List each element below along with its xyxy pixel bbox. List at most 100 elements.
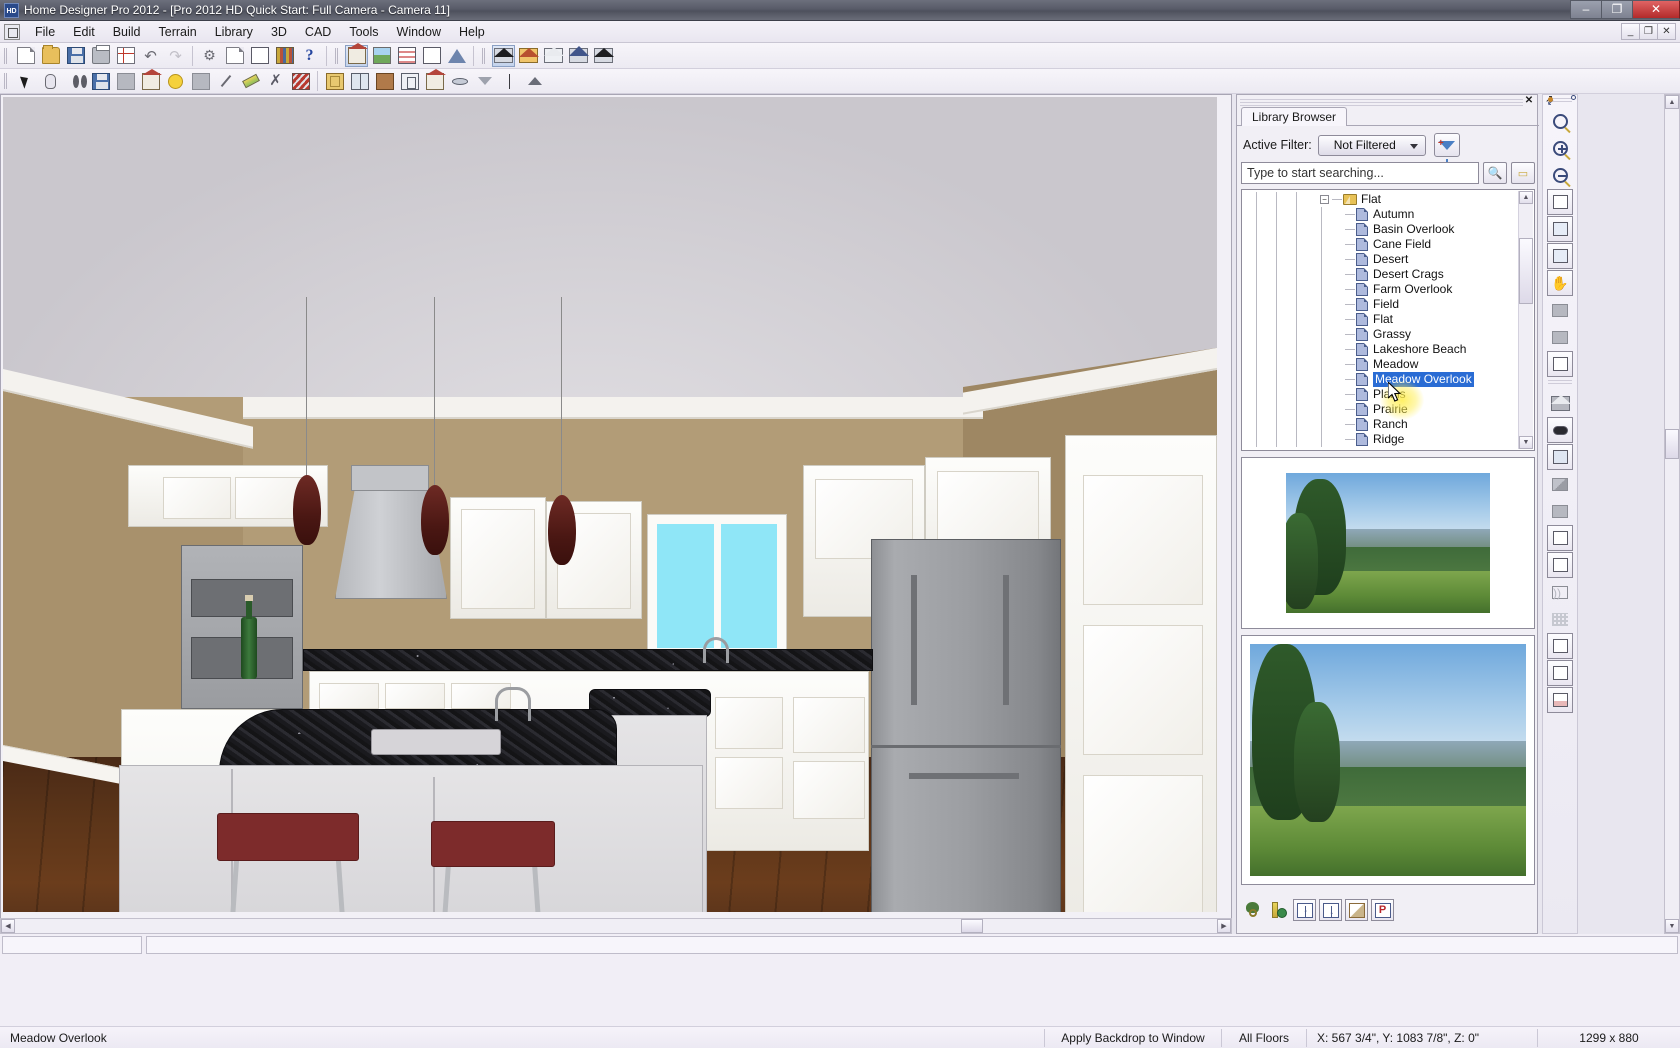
sun-angle-view-button[interactable]: [1547, 687, 1573, 713]
material-button[interactable]: [1345, 899, 1368, 921]
menu-item-build[interactable]: Build: [104, 23, 150, 41]
menu-item-edit[interactable]: Edit: [64, 23, 104, 41]
text-line-leader-button[interactable]: ↗: [1547, 525, 1573, 551]
roof-orange-button[interactable]: [517, 45, 540, 67]
cad-detail-button[interactable]: [445, 45, 468, 67]
tree-scroll-up-arrow[interactable]: ▲: [1519, 191, 1533, 204]
pan-window-button[interactable]: ✋: [1547, 270, 1573, 296]
wall-elevation-button[interactable]: [1547, 471, 1573, 497]
edit-area-button[interactable]: [420, 45, 443, 67]
grid-snaps-button[interactable]: [1547, 606, 1573, 632]
check-plan-button[interactable]: [248, 45, 271, 67]
preferences-button[interactable]: P: [1371, 899, 1394, 921]
reference-display-button[interactable]: [1547, 351, 1573, 377]
eyedropper-button[interactable]: [214, 70, 237, 92]
object-snaps-button[interactable]: [1547, 660, 1573, 686]
tree-scrollbar[interactable]: ▲ ▼: [1518, 191, 1533, 449]
mdi-minimize-button[interactable]: _: [1621, 23, 1640, 40]
menu-item-tools[interactable]: Tools: [340, 23, 387, 41]
vertical-scroll-thumb[interactable]: [1665, 429, 1679, 459]
scroll-right-arrow[interactable]: ▶: [1217, 919, 1231, 933]
tree-item-ridge[interactable]: Ridge: [1242, 432, 1518, 447]
viewport-horizontal-scrollbar[interactable]: ◀ ▶: [0, 918, 1232, 934]
materials-list-button[interactable]: [395, 45, 418, 67]
room-tools-button[interactable]: [114, 70, 137, 92]
exterior-button[interactable]: [139, 70, 162, 92]
save-camera-button[interactable]: [89, 70, 112, 92]
tree-item-field[interactable]: Field: [1242, 297, 1518, 312]
glass-house-button[interactable]: [1547, 417, 1573, 443]
help-button[interactable]: ?: [298, 45, 321, 67]
windows-button[interactable]: [348, 70, 371, 92]
select-objects-button[interactable]: [14, 70, 37, 92]
toolbar-grip[interactable]: [3, 47, 10, 65]
tab-library-browser[interactable]: Library Browser: [1241, 107, 1347, 126]
backdrop-off-button[interactable]: ✗: [264, 70, 287, 92]
add-to-library-button[interactable]: ↑: [1293, 899, 1316, 921]
scroll-left-arrow[interactable]: ◀: [1, 919, 15, 933]
light-source-button[interactable]: [189, 70, 212, 92]
search-button[interactable]: 🔍: [1483, 162, 1507, 184]
plan-defaults-button[interactable]: [223, 45, 246, 67]
zoom-in-button[interactable]: [1547, 135, 1573, 161]
viewport-vertical-scrollbar[interactable]: ▲ ▼: [1664, 94, 1680, 934]
camera-view-button[interactable]: [370, 45, 393, 67]
electrical-button[interactable]: [398, 70, 421, 92]
library-drag-handle[interactable]: [1240, 97, 1523, 106]
tree-item-basin-overlook[interactable]: Basin Overlook: [1242, 222, 1518, 237]
doors-button[interactable]: [323, 70, 346, 92]
maximize-button[interactable]: ❐: [1601, 0, 1632, 19]
floor-plan-view-button[interactable]: [345, 45, 368, 67]
document-icon[interactable]: [4, 24, 20, 40]
tree-item-meadow[interactable]: Meadow: [1242, 357, 1518, 372]
tree-scroll-thumb[interactable]: [1519, 238, 1533, 304]
arrow-up-box-button[interactable]: ↑: [1547, 552, 1573, 578]
tree-node-flat-root[interactable]: − Flat: [1242, 192, 1518, 207]
plant-finder-button[interactable]: [1241, 899, 1264, 921]
tree-item-prairie[interactable]: Prairie: [1242, 402, 1518, 417]
undo-button[interactable]: ↶: [139, 45, 162, 67]
import-button[interactable]: ↓: [1319, 899, 1342, 921]
scroll-down-arrow[interactable]: ▼: [1665, 919, 1679, 933]
fill-window-building-button[interactable]: [1547, 216, 1573, 242]
tree-item-autumn[interactable]: Autumn: [1242, 207, 1518, 222]
sound-button[interactable]: )): [1547, 579, 1573, 605]
menu-item-library[interactable]: Library: [206, 23, 262, 41]
down-one-floor-button[interactable]: [1547, 324, 1573, 350]
zoom-out-button[interactable]: [1547, 162, 1573, 188]
new-plan-button[interactable]: [14, 45, 37, 67]
plant-chooser-button[interactable]: [1267, 899, 1290, 921]
edit-toolbar-grip[interactable]: [3, 72, 10, 90]
angle-snaps-button[interactable]: [1547, 633, 1573, 659]
tree-item-plains[interactable]: Plains: [1242, 387, 1518, 402]
chevron-down-button[interactable]: [473, 70, 496, 92]
scroll-up-arrow[interactable]: ▲: [1665, 95, 1679, 109]
fill-window-button[interactable]: ↙: [1547, 189, 1573, 215]
save-plan-button[interactable]: [64, 45, 87, 67]
edit-field-left[interactable]: [2, 936, 142, 954]
roof-white-button[interactable]: [542, 45, 565, 67]
wall-material-button[interactable]: [289, 70, 312, 92]
close-button[interactable]: ✕: [1632, 0, 1680, 19]
menu-item-file[interactable]: File: [26, 23, 64, 41]
roof-black-button[interactable]: [492, 45, 515, 67]
up-one-floor-button[interactable]: [1547, 297, 1573, 323]
horizontal-scroll-thumb[interactable]: [961, 919, 983, 933]
cabinets-button[interactable]: [373, 70, 396, 92]
tree-item-desert-crags[interactable]: Desert Crags: [1242, 267, 1518, 282]
menu-item-help[interactable]: Help: [450, 23, 494, 41]
toolbar-grip-3[interactable]: [481, 47, 488, 65]
tree-item-desert[interactable]: Desert: [1242, 252, 1518, 267]
tree-item-farm-overlook[interactable]: Farm Overlook: [1242, 282, 1518, 297]
menu-item-3d[interactable]: 3D: [262, 23, 296, 41]
library-tree[interactable]: − Flat Autumn Basin Overlook: [1241, 189, 1535, 451]
menu-item-window[interactable]: Window: [388, 23, 450, 41]
tree-item-cane-field[interactable]: Cane Field: [1242, 237, 1518, 252]
search-input[interactable]: Type to start searching...: [1241, 162, 1479, 184]
rotate-view-button[interactable]: [1547, 444, 1573, 470]
print-button[interactable]: [89, 45, 112, 67]
preferences-button[interactable]: ⚙: [198, 45, 221, 67]
material-painter-button[interactable]: [239, 70, 262, 92]
tree-scroll-down-arrow[interactable]: ▼: [1519, 436, 1533, 449]
kitchen-3d-render[interactable]: [3, 97, 1217, 912]
